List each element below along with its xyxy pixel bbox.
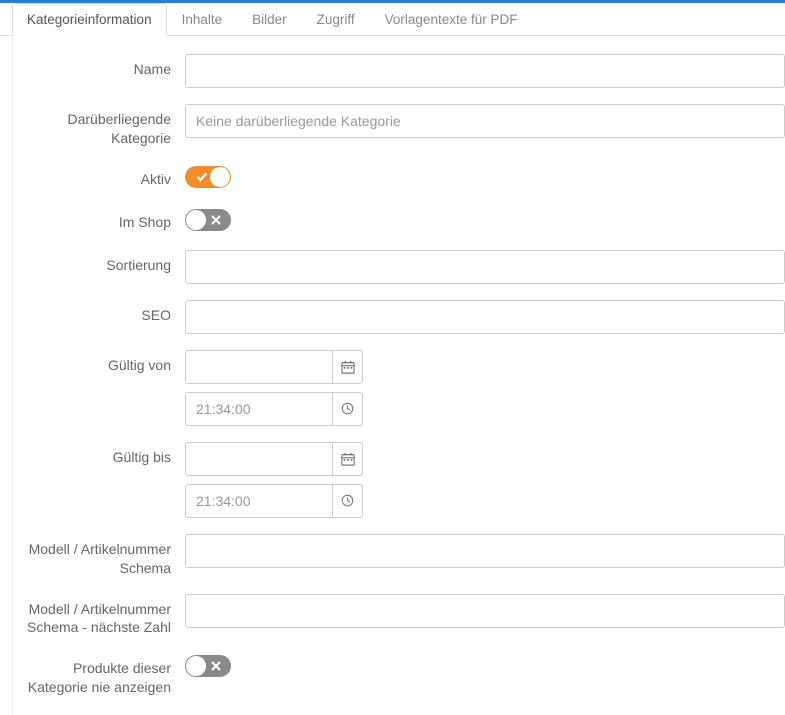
label-in-shop: Im Shop xyxy=(13,207,185,232)
toggle-knob xyxy=(186,210,206,230)
x-icon xyxy=(204,209,228,231)
label-seo: SEO xyxy=(13,300,185,325)
active-toggle[interactable] xyxy=(185,166,231,188)
x-icon xyxy=(204,655,228,677)
label-parent-category: Darüberliegende Kategorie xyxy=(13,104,185,148)
label-valid-from: Gültig von xyxy=(13,350,185,375)
label-model-schema: Modell / Artikelnummer Schema xyxy=(13,534,185,578)
tab-bilder[interactable]: Bilder xyxy=(237,3,302,35)
sorting-input[interactable] xyxy=(185,250,785,284)
tab-inhalte[interactable]: Inhalte xyxy=(167,3,238,35)
parent-category-input[interactable] xyxy=(185,104,785,138)
form-area: Name Darüberliegende Kategorie Aktiv xyxy=(12,36,785,715)
clock-icon[interactable] xyxy=(332,484,363,518)
tab-zugriff[interactable]: Zugriff xyxy=(302,3,370,35)
label-name: Name xyxy=(13,54,185,79)
calendar-icon[interactable] xyxy=(332,442,363,476)
valid-from-date-input[interactable] xyxy=(185,350,332,384)
model-schema-input[interactable] xyxy=(185,534,785,568)
toggle-knob xyxy=(186,656,206,676)
label-active: Aktiv xyxy=(13,164,185,189)
tab-vorlagentexte-pdf[interactable]: Vorlagentexte für PDF xyxy=(370,3,533,35)
model-schema-next-input[interactable] xyxy=(185,594,785,628)
never-show-products-toggle[interactable] xyxy=(185,655,231,677)
label-sorting: Sortierung xyxy=(13,250,185,275)
tab-kategorieinformation[interactable]: Kategorieinformation xyxy=(12,3,167,36)
seo-input[interactable] xyxy=(185,300,785,334)
calendar-icon[interactable] xyxy=(332,350,363,384)
toggle-knob xyxy=(210,167,230,187)
clock-icon[interactable] xyxy=(332,392,363,426)
label-valid-to: Gültig bis xyxy=(13,442,185,467)
tabs: Kategorieinformation Inhalte Bilder Zugr… xyxy=(0,3,785,36)
valid-to-date-input[interactable] xyxy=(185,442,332,476)
label-model-schema-next: Modell / Artikelnummer Schema - nächste … xyxy=(13,594,185,638)
valid-to-time-input[interactable] xyxy=(185,484,332,518)
name-input[interactable] xyxy=(185,54,785,88)
in-shop-toggle[interactable] xyxy=(185,209,231,231)
label-never-show-products: Produkte dieser Kategorie nie anzeigen xyxy=(13,653,185,697)
valid-from-time-input[interactable] xyxy=(185,392,332,426)
